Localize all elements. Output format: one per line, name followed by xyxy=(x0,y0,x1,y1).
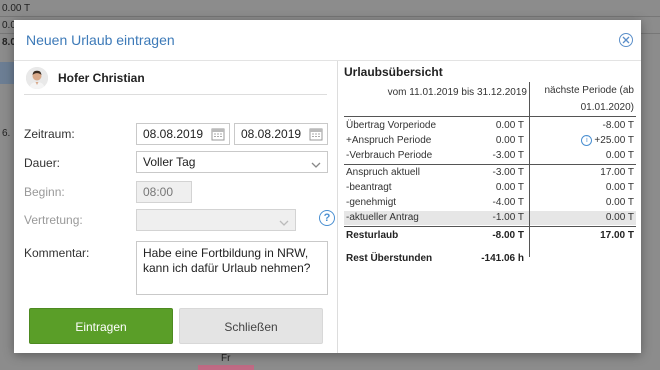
next-value: -8.00 T xyxy=(602,120,635,131)
help-icon[interactable]: ? xyxy=(319,210,335,226)
column-divider xyxy=(529,82,530,116)
vertretung-label: Vertretung: xyxy=(24,213,83,227)
current-value: -8.00 T xyxy=(492,230,524,241)
date-from-value: 08.08.2019 xyxy=(143,127,204,141)
bg-marker xyxy=(198,365,254,370)
vacation-dialog: Neuen Urlaub eintragen Hofer Christian Z… xyxy=(14,20,641,353)
beginn-value: 08:00 xyxy=(143,185,174,199)
submit-button[interactable]: Eintragen xyxy=(29,308,173,344)
divider xyxy=(24,94,327,95)
vertretung-select xyxy=(136,209,296,231)
current-value: -3.00 T xyxy=(492,167,525,178)
chevron-down-icon xyxy=(279,216,289,230)
row-label: -genehmigt xyxy=(346,197,397,208)
row-label: -beantragt xyxy=(346,182,392,193)
beginn-label: Beginn: xyxy=(24,185,65,199)
current-value: -4.00 T xyxy=(492,197,525,208)
next-value: 17.00 T xyxy=(600,167,634,178)
date-from-field[interactable]: 08.08.2019 xyxy=(136,123,230,145)
close-button[interactable]: Schließen xyxy=(179,308,323,344)
kommentar-label: Kommentar: xyxy=(24,246,90,260)
dauer-select[interactable]: Voller Tag xyxy=(136,151,328,173)
bg-cell: 6. xyxy=(2,128,11,139)
dauer-value: Voller Tag xyxy=(143,155,196,169)
request-form: Hofer Christian Zeitraum: 08.08.2019 08.… xyxy=(14,61,337,353)
rest-overtime-value: -141.06 h xyxy=(481,253,524,264)
next-value: 0.00 T xyxy=(605,182,634,193)
info-icon[interactable]: i xyxy=(581,135,593,146)
period-header: vom 11.01.2019 bis 31.12.2019 xyxy=(387,87,527,98)
close-icon[interactable] xyxy=(619,33,633,47)
chevron-down-icon xyxy=(311,158,321,172)
current-value: -3.00 T xyxy=(492,150,525,161)
current-value: 0.00 T xyxy=(495,120,524,131)
row-label: -Verbrauch Periode xyxy=(346,150,433,161)
date-to-field[interactable]: 08.08.2019 xyxy=(234,123,328,145)
column-divider xyxy=(337,61,338,353)
current-value: 0.00 T xyxy=(495,135,524,146)
current-value: -1.00 T xyxy=(492,212,525,223)
next-period-header-line: nächste Periode (ab xyxy=(544,85,634,96)
row-divider xyxy=(344,226,636,227)
dialog-title: Neuen Urlaub eintragen xyxy=(26,32,175,48)
rest-overtime-label: Rest Überstunden xyxy=(346,253,433,264)
row-label: -aktueller Antrag xyxy=(346,212,419,223)
bg-cell: Fr xyxy=(221,353,231,364)
beginn-field: 08:00 xyxy=(136,181,192,203)
next-value: 0.00 T xyxy=(605,212,634,223)
overview-title: Urlaubsübersicht xyxy=(344,65,443,79)
row-label: Resturlaub xyxy=(346,230,399,241)
avatar xyxy=(26,67,48,89)
bg-cell: 0.00 T xyxy=(2,3,31,14)
next-period-header: nächste Periode (ab 01.01.2020) xyxy=(531,82,634,116)
date-to-value: 08.08.2019 xyxy=(241,127,302,141)
column-divider xyxy=(529,165,530,257)
bg-marker xyxy=(0,62,14,84)
next-period-header-line: 01.01.2020) xyxy=(580,102,634,113)
row-label: Anspruch aktuell xyxy=(346,167,420,178)
row-label: Übertrag Vorperiode xyxy=(346,120,437,131)
calendar-icon[interactable] xyxy=(211,127,225,144)
next-value: +25.00 T xyxy=(594,135,634,147)
row-divider xyxy=(344,116,636,117)
next-value-with-info: i +25.00 T xyxy=(581,135,634,146)
kommentar-textarea[interactable]: Habe eine Fortbildung in NRW, kann ich d… xyxy=(136,241,328,295)
dauer-label: Dauer: xyxy=(24,156,61,170)
calendar-icon[interactable] xyxy=(309,127,323,144)
current-value: 0.00 T xyxy=(495,182,524,193)
zeitraum-label: Zeitraum: xyxy=(24,127,75,141)
bg-divider xyxy=(0,16,660,17)
next-value: 17.00 T xyxy=(600,230,634,241)
user-name: Hofer Christian xyxy=(58,71,145,85)
row-label: +Anspruch Periode xyxy=(346,135,432,146)
next-value: 0.00 T xyxy=(605,197,634,208)
next-value: 0.00 T xyxy=(605,150,634,161)
row-divider xyxy=(344,164,636,165)
